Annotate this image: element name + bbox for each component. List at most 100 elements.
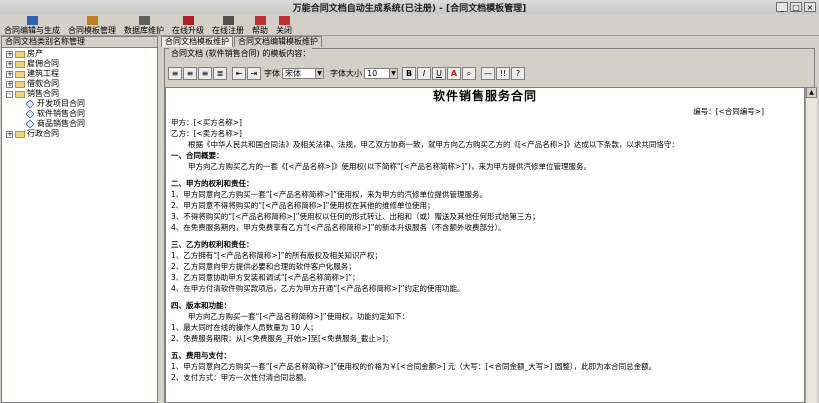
folder-icon — [15, 80, 25, 88]
tree-item[interactable]: - 销售合同 — [2, 89, 157, 99]
toolbar-button-label: 数据库维护 — [124, 26, 164, 35]
justify-button[interactable]: ≣ — [213, 67, 227, 80]
tab-1[interactable]: 合同文档编辑模板维护 — [234, 36, 322, 47]
title-bar: 万能合同文档自动生成系统(已注册) - [合同文档模板管理] _ □ × — [0, 0, 819, 15]
tree-item[interactable]: + 行政合同 — [2, 129, 157, 139]
align-right-button[interactable]: ≡ — [198, 67, 212, 80]
document-line: 1、甲方同意向乙方购买一套“[<产品名称简称>]”使用权，来为甲方的汽修单位提供… — [171, 190, 487, 199]
toolbar-button-4[interactable]: 在线注册 — [208, 14, 248, 35]
document-line: 甲方：[<买方名称>] — [171, 118, 242, 127]
font-select-value: 宋体 — [285, 68, 301, 78]
document-icon — [25, 109, 35, 119]
window-title: 万能合同文档自动生成系统(已注册) - [合同文档模板管理] — [292, 4, 527, 14]
expand-icon[interactable]: + — [6, 60, 13, 68]
document-line: 根据《中华人民共和国合同法》及相关法律、法规，甲乙双方协商一致，就甲方向乙方购买… — [188, 140, 679, 149]
toolbar-button-6[interactable]: 关闭 — [272, 14, 296, 35]
category-panel: 合同文档类别名称管理 + 房产 + 雇佣合同 + 建筑工程 + 借款合同 - 销售合同 开发项目合同… — [1, 36, 158, 403]
insert-line-button[interactable]: — — [481, 67, 495, 80]
tree-item[interactable]: + 建筑工程 — [2, 69, 157, 79]
align-center-button[interactable]: ≡ — [183, 67, 197, 80]
close-window-button[interactable]: × — [804, 2, 816, 12]
tree-item[interactable]: + 雇佣合同 — [2, 59, 157, 69]
toolbar-button-2[interactable]: 数据库维护 — [120, 14, 168, 35]
tree-item[interactable]: + 房产 — [2, 49, 157, 59]
toolbar-button-0[interactable]: 合同编辑与生成 — [0, 14, 64, 35]
tree-item[interactable]: + 借款合同 — [2, 79, 157, 89]
folder-icon — [15, 70, 25, 78]
vertical-scrollbar[interactable]: ▲ — [805, 87, 817, 403]
toolbar-button-label: 帮助 — [252, 26, 268, 35]
document-icon — [25, 99, 35, 109]
section-heading: 三、乙方的权利和责任： — [171, 240, 254, 249]
document-number: 编号：[<合同编号>] — [693, 107, 764, 116]
document-icon — [25, 119, 35, 129]
document-editor[interactable]: 软件销售服务合同 编号：[<合同编号>] 甲方：[<买方名称>] 乙方：[<卖方名… — [165, 87, 805, 403]
tree-item-label: 建筑工程 — [27, 69, 59, 78]
tree-item[interactable]: 开发项目合同 — [2, 99, 157, 109]
tree-item[interactable]: 软件销售合同 — [2, 109, 157, 119]
indent-button[interactable]: ⇥ — [247, 67, 261, 80]
font-size-label: 字体大小 — [330, 69, 362, 78]
main-toolbar: 合同编辑与生成 合同模板管理 数据库维护 在线升级 在线注册 帮助 关闭 — [0, 14, 819, 36]
template-group-label: 合同文档 (软件销售合同) 的模板内容： — [169, 48, 313, 59]
font-select[interactable]: 宋体 ▼ — [282, 68, 324, 79]
tree-item-label: 开发项目合同 — [37, 99, 85, 108]
document-line: 1、最大同时在线的操作人员数量为 10 人； — [171, 323, 318, 332]
expand-icon[interactable]: + — [6, 80, 13, 88]
document-line: 2、甲方同意不得将购买的“[<产品名称简称>]”使用权在其他的维修单位使用； — [171, 201, 435, 210]
tree-item-label: 雇佣合同 — [27, 59, 59, 68]
scroll-up-icon[interactable]: ▲ — [806, 87, 817, 98]
toolbar-icon — [222, 16, 234, 25]
toolbar-button-label: 合同编辑与生成 — [4, 26, 60, 35]
toolbar-button-label: 在线升级 — [172, 26, 204, 35]
toolbar-button-3[interactable]: 在线升级 — [168, 14, 208, 35]
tree-item-label: 商品销售合同 — [37, 119, 85, 128]
expand-icon[interactable]: + — [6, 130, 13, 138]
section-heading: 一、合同概要： — [171, 151, 224, 160]
document-line: 乙方：[<卖方名称>] — [171, 129, 242, 138]
document-line: 4、在免费服务期内，甲方免费享有乙方“[<产品名称简称>]”的新本升级服务（不含… — [171, 223, 506, 232]
find-button[interactable]: ⌕ — [462, 67, 476, 80]
tree-item[interactable]: 商品销售合同 — [2, 119, 157, 129]
folder-icon — [15, 130, 25, 138]
document-line: 3、乙方同意协助甲方安装和调试“[<产品名称简称>]”； — [171, 273, 360, 282]
document-line: 1、乙方拥有“[<产品名称简称>]”的所有版权及相关知识产权； — [171, 251, 382, 260]
toolbar-button-1[interactable]: 合同模板管理 — [64, 14, 120, 35]
align-left-button[interactable]: ≡ — [168, 67, 182, 80]
document-body: 甲方：[<买方名称>] 乙方：[<卖方名称>] 根据《中华人民共和国合同法》及相关法… — [166, 117, 804, 383]
chevron-down-icon: ▼ — [315, 69, 323, 78]
bold-button[interactable]: B — [402, 67, 416, 80]
outdent-button[interactable]: ⇤ — [232, 67, 246, 80]
collapse-icon[interactable]: - — [6, 90, 13, 98]
document-title: 软件销售服务合同 — [432, 89, 537, 103]
tree-item-label: 借款合同 — [27, 79, 59, 88]
expand-icon[interactable]: + — [6, 70, 13, 78]
maximize-button[interactable]: □ — [790, 2, 802, 12]
document-line: 1、甲方同意向乙方购买一套“[<产品名称简称>]”使用权的价格为￥[<合同金额>… — [171, 362, 657, 371]
tree-item-label: 行政合同 — [27, 129, 59, 138]
document-line: 4、在甲方付清软件购买款项后，乙方为甲方开通“[<产品名称简称>]”约定的使用功… — [171, 284, 465, 293]
underline-button[interactable]: U — [432, 67, 446, 80]
expand-icon[interactable]: + — [6, 50, 13, 58]
toolbar-button-label: 关闭 — [276, 26, 292, 35]
font-size-value: 10 — [367, 68, 378, 78]
help-button[interactable]: ? — [511, 67, 525, 80]
toolbar-button-5[interactable]: 帮助 — [248, 14, 272, 35]
toolbar-button-label: 在线注册 — [212, 26, 244, 35]
folder-icon — [15, 90, 25, 98]
section-heading: 四、版本和功能： — [171, 301, 231, 310]
document-line: 2、乙方同意向甲方提供必要和合理的软件客户化服务； — [171, 262, 356, 271]
tab-strip: 合同文档模板维护 合同文档编辑模板维护 — [161, 36, 819, 47]
toolbar-button-label: 合同模板管理 — [68, 26, 116, 35]
tab-0[interactable]: 合同文档模板维护 — [161, 36, 233, 47]
format-toolbar: ≡ ≡ ≡ ≣ ⇤ ⇥ 字体 宋体 ▼ 字体大小 10 ▼ B I U A ⌕ — … — [168, 66, 548, 81]
window-controls: _ □ × — [776, 2, 816, 12]
section-heading: 五、费用与支付： — [171, 351, 231, 360]
italic-button[interactable]: I — [417, 67, 431, 80]
toolbar-icon — [138, 16, 150, 25]
font-color-button[interactable]: A — [447, 67, 461, 80]
minimize-button[interactable]: _ — [776, 2, 788, 12]
font-size-select[interactable]: 10 ▼ — [364, 68, 398, 79]
tree-item-label: 软件销售合同 — [37, 109, 85, 118]
page-break-button[interactable]: !! — [496, 67, 510, 80]
